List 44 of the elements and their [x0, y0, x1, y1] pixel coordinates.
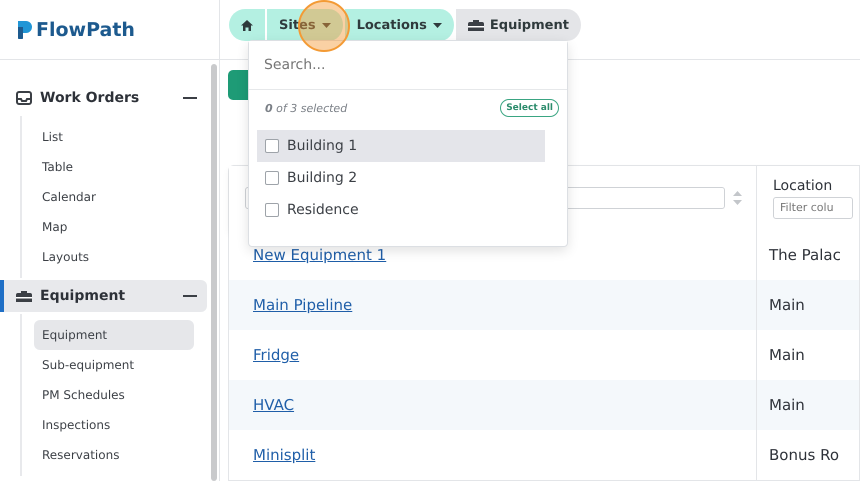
selection-count: 0 of 3 selected [265, 102, 348, 114]
sidebar-group[interactable]: Work Orders [0, 82, 207, 114]
table-cell: Main [769, 396, 805, 414]
equipment-link[interactable]: New Equipment 1 [253, 246, 386, 264]
scrollbar[interactable] [211, 64, 217, 481]
brand-name: FlowPath [36, 18, 135, 40]
sidebar-item[interactable]: Inspections [34, 410, 194, 440]
equipment-link[interactable]: Fridge [253, 346, 300, 364]
home-icon [241, 20, 253, 30]
sidebar-item[interactable]: Map [34, 212, 194, 242]
sidebar-item[interactable]: Layouts [34, 242, 194, 272]
home-breadcrumb[interactable] [229, 9, 267, 41]
sidebar-item[interactable]: Reservations [34, 440, 194, 470]
logo-icon [16, 20, 32, 38]
inbox-icon [16, 91, 32, 105]
column-header[interactable]: Location [773, 178, 859, 194]
breadcrumb-item[interactable]: Equipment [456, 9, 583, 41]
caret-icon [432, 22, 442, 28]
filter-field[interactable]: Filter colu [773, 196, 853, 218]
table-cell: Bonus Ro [769, 446, 839, 464]
equipment-link[interactable]: Minisplit [253, 446, 316, 464]
caret-icon [322, 22, 331, 28]
search-field[interactable]: Search... [249, 41, 567, 90]
breadcrumb-item[interactable]: Locations [344, 9, 456, 41]
toolbox-icon [16, 290, 32, 302]
checkbox[interactable] [265, 171, 279, 185]
sidebar-item[interactable]: PM Schedules [34, 380, 194, 410]
sidebar-item[interactable]: List [34, 122, 194, 152]
sidebar-group[interactable]: Equipment [0, 280, 207, 312]
select-all-button[interactable]: Select all [500, 99, 559, 117]
sidebar-item[interactable]: Sub-equipment [34, 350, 194, 380]
equipment-link[interactable]: HVAC [253, 396, 294, 414]
sort-icon[interactable] [733, 191, 742, 205]
sidebar-item[interactable]: Equipment [34, 320, 194, 350]
toolbox-icon [468, 18, 484, 32]
table-cell: Main [769, 296, 805, 314]
dropdown-option[interactable]: Building 1 [257, 130, 545, 162]
checkbox[interactable] [265, 203, 279, 217]
equipment-link[interactable]: Main Pipeline [253, 296, 352, 314]
checkbox[interactable] [265, 139, 279, 153]
table-cell: The Palac [769, 246, 841, 264]
table-cell: Main [769, 346, 805, 364]
sidebar-item[interactable]: Table [34, 152, 194, 182]
sidebar-item[interactable]: Calendar [34, 182, 194, 212]
